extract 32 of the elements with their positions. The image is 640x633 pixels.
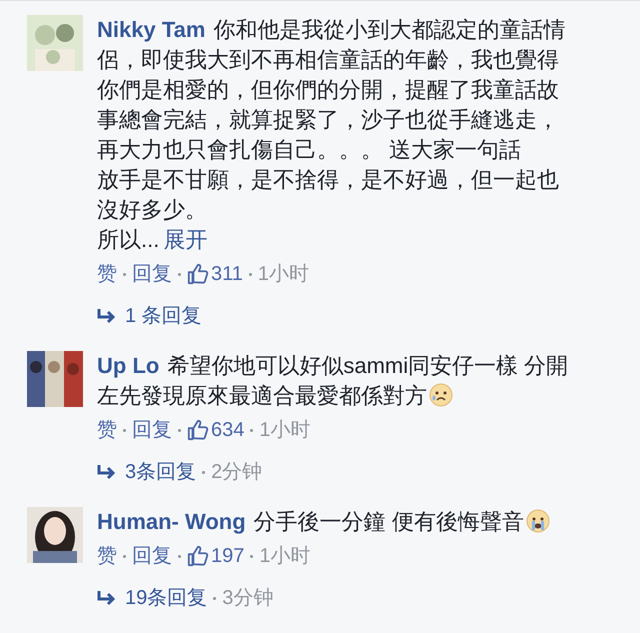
comment-text: Nikky Tam 你和他是我從小到大都認定的童話情侶，即使我大到不再相信童話的年齡，我也覺得你們是相愛的，但你們的分開，提醒了我童話故事總會完結，就算捉緊了，沙子也從手縫逃走，再大力也只會扎傷自己。。。 送大家一句話 <box>97 16 566 164</box>
like-link[interactable]: 赞 <box>97 415 117 445</box>
like-link[interactable]: 赞 <box>97 541 117 571</box>
comment-time: 1小时 <box>259 544 310 569</box>
reply-time: 2分钟 <box>211 460 262 485</box>
commenter-name[interactable]: Nikky Tam <box>97 17 206 42</box>
comment-text: Human- Wong 分手後一分鐘 便有後悔聲音 <box>97 507 575 537</box>
comment-time: 1小时 <box>259 418 310 443</box>
comment-time: 1小时 <box>258 262 310 287</box>
commenter-name[interactable]: Up Lo <box>97 353 160 378</box>
expand-link[interactable]: 展开 <box>163 227 208 252</box>
thumbs-up-icon <box>187 419 209 441</box>
comment-text: 所以... <box>97 227 160 252</box>
thumbs-up-icon <box>187 545 209 567</box>
replies-link[interactable]: 1 条回复 <box>125 301 202 331</box>
reply-arrow-icon <box>97 464 117 480</box>
replies-link[interactable]: 3条回复 <box>125 457 196 487</box>
reply-arrow-icon <box>97 590 117 606</box>
thumbs-up-icon <box>187 263 209 285</box>
like-count[interactable]: 197 <box>211 541 244 571</box>
reply-link[interactable]: 回复 <box>132 415 172 445</box>
reply-link[interactable]: 回复 <box>132 259 172 289</box>
like-link[interactable]: 赞 <box>97 259 117 289</box>
like-count[interactable]: 634 <box>211 415 244 445</box>
replies-link[interactable]: 19条回复 <box>125 583 208 613</box>
comment-text: Up Lo 希望你地可以好似sammi同安仔一樣 分開左先發現原來最適合最愛都係對方 <box>97 352 570 410</box>
commenter-name[interactable]: Human- Wong <box>97 509 246 534</box>
reply-link[interactable]: 回复 <box>132 541 172 571</box>
like-count[interactable]: 311 <box>211 259 243 289</box>
comment-text: 放手是不甘願，是不捨得，是不好過，但一起也沒好多少。 <box>97 167 559 222</box>
reply-time: 3分钟 <box>222 586 274 611</box>
reply-arrow-icon <box>97 308 117 324</box>
